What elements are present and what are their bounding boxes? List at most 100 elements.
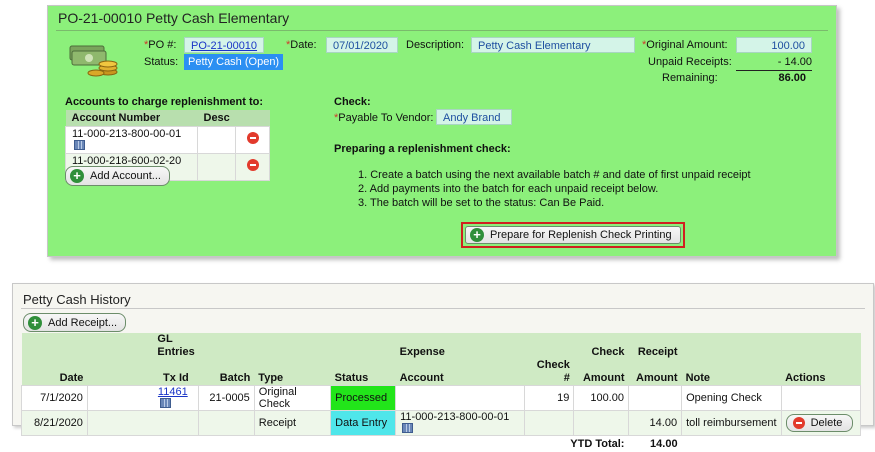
remove-account-icon[interactable] (246, 159, 259, 171)
tx-id-cell (86, 410, 200, 436)
account-cell[interactable]: 11-000-213-800-00-01 (395, 410, 525, 436)
header-blank (330, 333, 396, 359)
original-amount-value[interactable]: 100.00 (736, 37, 812, 53)
delete-button[interactable]: Delete (785, 414, 854, 432)
col-account: Account (395, 359, 525, 386)
remove-account-icon[interactable] (246, 132, 259, 144)
check-num-cell (523, 410, 575, 436)
date-value[interactable]: 07/01/2020 (326, 37, 398, 53)
po-number-label: *PO #: (144, 39, 177, 51)
tx-id-link[interactable]: 11461 (158, 386, 188, 398)
remaining-value: 86.00 (778, 72, 806, 84)
prep-step: 2. Add payments into the batch for each … (358, 183, 659, 195)
po-panel: PO-21-00010 Petty Cash Elementary *PO #:… (47, 5, 837, 257)
payable-label: *Payable To Vendor: (334, 112, 434, 124)
plus-icon: + (70, 169, 84, 183)
tx-id-cell: 11461 (86, 385, 200, 411)
po-number-field[interactable]: PO-21-00010 (184, 37, 264, 53)
batch-cell: 21-0005 (198, 385, 255, 411)
col-check-amount: Amount (573, 359, 629, 386)
description-label: Description: (406, 39, 465, 51)
col-type: Type (254, 359, 331, 386)
date-cell: 8/21/2020 (21, 410, 88, 436)
check-num-cell: 19 (523, 385, 575, 411)
type-cell: Receipt (253, 410, 332, 436)
status-badge: Petty Cash (Open) (184, 54, 284, 70)
account-cell (395, 385, 525, 411)
accounts-heading: Accounts to charge replenishment to: (65, 96, 264, 108)
col-account-number: Account Number (65, 110, 198, 126)
desc-cell (196, 152, 237, 181)
remaining-label: Remaining: (662, 72, 718, 84)
ytd-label: YTD Total: (21, 435, 629, 452)
prepare-check-label: Prepare for Replenish Check Printing (490, 229, 672, 241)
remove-cell (235, 152, 271, 181)
table-row: 8/21/2020 Receipt Data Entry 11-000-213-… (21, 410, 862, 436)
header-blank (254, 333, 331, 359)
description-value[interactable]: Petty Cash Elementary (471, 37, 635, 53)
prepare-button-highlight: + Prepare for Replenish Check Printing (461, 222, 685, 248)
col-gl-entries: GL Entries (87, 333, 199, 359)
account-cell[interactable]: 11-000-213-800-00-01 (65, 125, 198, 154)
prep-heading: Preparing a replenishment check: (334, 143, 511, 155)
history-title: Petty Cash History (23, 292, 131, 307)
po-title: PO-21-00010 Petty Cash Elementary (58, 10, 290, 26)
unpaid-receipts-label: Unpaid Receipts: (648, 56, 732, 68)
title-divider (56, 30, 828, 31)
status-label: Status: (144, 56, 179, 68)
col-date: Date (21, 359, 88, 386)
vendor-field[interactable]: Andy Brand (436, 109, 512, 125)
note-cell: toll reimbursement (681, 410, 782, 436)
footer-blank (781, 435, 861, 452)
type-cell: Original Check (253, 385, 332, 411)
header-blank (198, 333, 255, 359)
col-check: Check (573, 333, 629, 359)
original-amount-label: *Original Amount: (642, 39, 728, 51)
status-badge: Data Entry (330, 410, 397, 436)
account-number: 11-000-213-800-00-01 (72, 127, 182, 140)
description-field[interactable]: Petty Cash Elementary (471, 37, 635, 53)
remove-cell (235, 125, 271, 154)
delete-label: Delete (810, 417, 843, 429)
status-badge: Processed (330, 385, 397, 411)
plus-icon: + (470, 228, 484, 242)
gl-detail-icon[interactable] (159, 398, 171, 408)
account-lookup-icon[interactable] (402, 423, 414, 433)
date-field[interactable]: 07/01/2020 (326, 37, 398, 53)
prep-step: 3. The batch will be set to the status: … (358, 197, 605, 209)
account-lookup-icon[interactable] (74, 139, 85, 150)
col-status: Status (330, 359, 396, 386)
header-blank (21, 333, 88, 359)
prepare-check-button[interactable]: + Prepare for Replenish Check Printing (465, 226, 681, 244)
account-number: 11-000-213-800-00-01 (400, 411, 510, 423)
title-divider (21, 308, 865, 309)
col-desc: Desc (197, 110, 236, 126)
receipt-amount-cell: 14.00 (627, 410, 683, 436)
ytd-total: 14.00 (628, 435, 682, 452)
receipt-amount-cell (627, 385, 683, 411)
add-account-button[interactable]: + Add Account... (65, 166, 170, 186)
header-blank (781, 333, 861, 359)
header-row-bottom: Date Tx Id Batch Type Status Account Che… (21, 359, 861, 386)
prep-step: 1. Create a batch using the next availab… (358, 169, 751, 181)
plus-icon: + (28, 315, 42, 330)
add-receipt-button[interactable]: + Add Receipt... (23, 313, 127, 332)
date-cell: 7/1/2020 (21, 385, 88, 411)
header-blank (524, 333, 574, 359)
col-receipt: Receipt (628, 333, 682, 359)
check-amount-cell (573, 410, 629, 436)
original-amount-field[interactable]: 100.00 (736, 37, 812, 53)
actions-cell (780, 385, 862, 411)
account-number: 11-000-218-600-02-20 (72, 154, 182, 167)
add-receipt-label: Add Receipt... (48, 316, 118, 329)
col-batch: Batch (198, 359, 255, 386)
col-expense: Expense (395, 333, 525, 359)
batch-cell (198, 410, 255, 436)
footer-blank (681, 435, 782, 452)
table-row: 7/1/2020 11461 21-0005 Original Check Pr… (21, 385, 862, 411)
po-number-link[interactable]: PO-21-00010 (184, 37, 264, 53)
col-actions: Actions (781, 359, 861, 386)
col-remove (235, 110, 270, 126)
vendor-value[interactable]: Andy Brand (436, 109, 512, 125)
col-receipt-amount: Amount (628, 359, 682, 386)
